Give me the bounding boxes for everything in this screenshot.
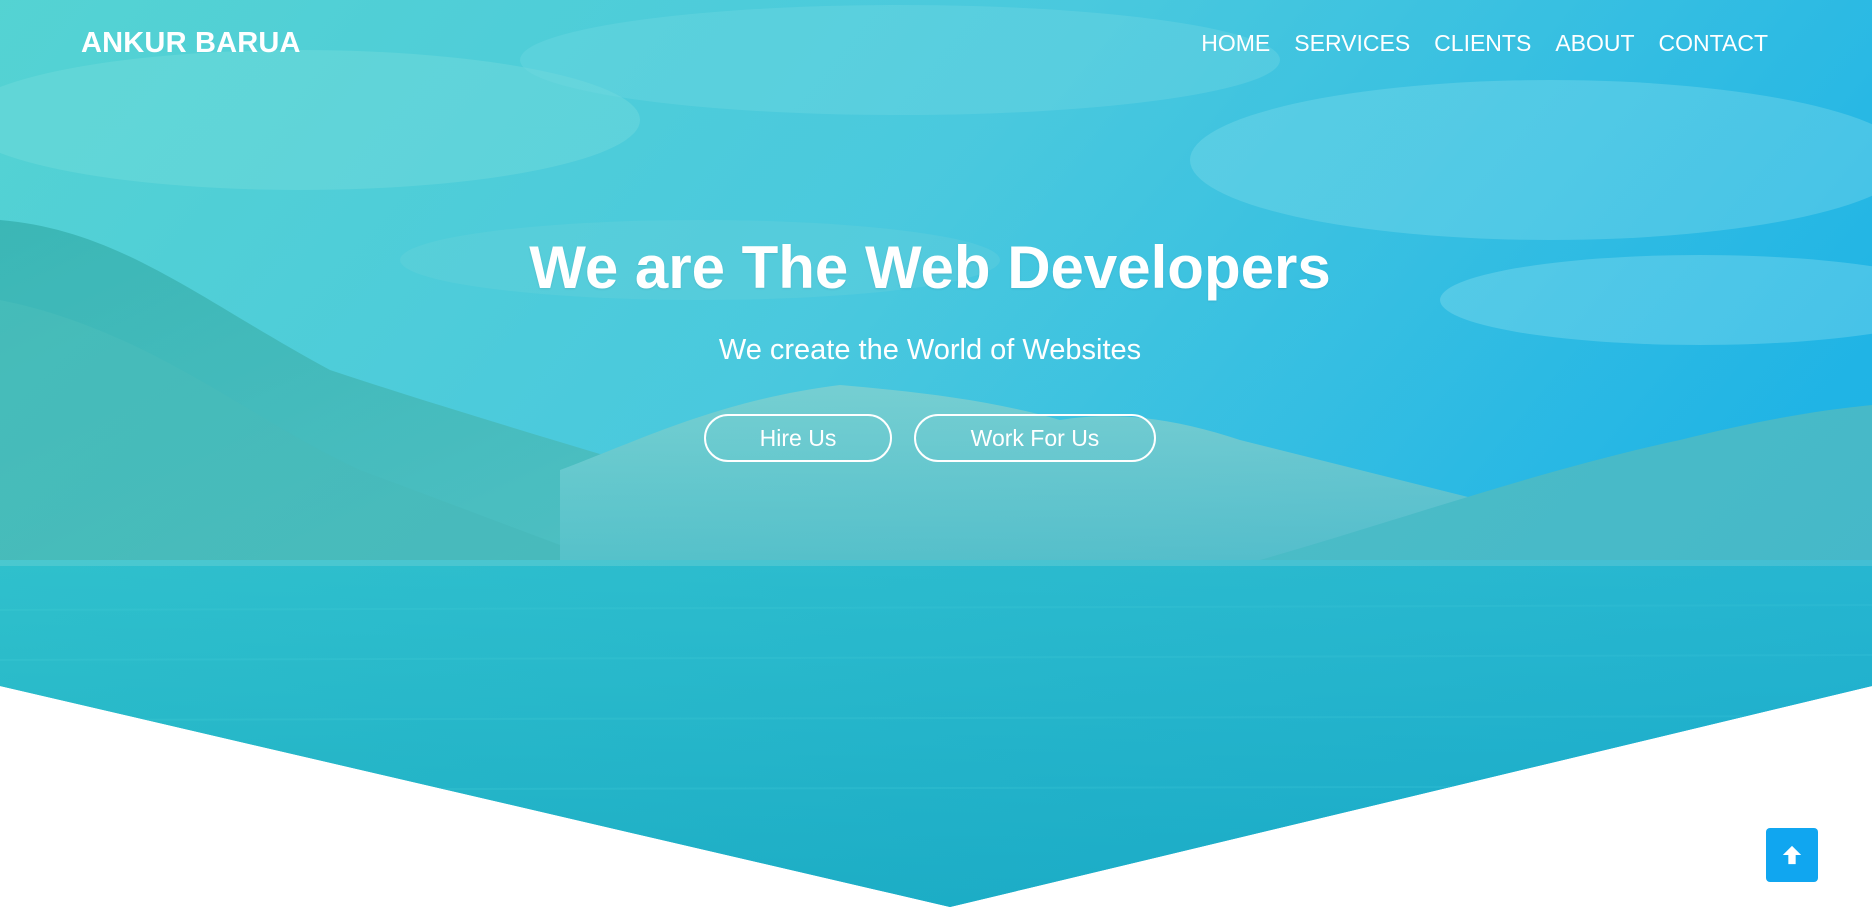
nav-link-clients[interactable]: CLIENTS [1434, 30, 1531, 56]
nav-item-about: ABOUT [1555, 30, 1634, 57]
hero-cta-group: Hire Us Work For Us [0, 414, 1860, 462]
arrow-up-icon [1782, 845, 1802, 865]
nav-link-home[interactable]: HOME [1201, 30, 1270, 56]
work-for-us-button[interactable]: Work For Us [914, 414, 1156, 462]
hire-us-button[interactable]: Hire Us [704, 414, 892, 462]
top-navbar: ANKUR BARUA HOME SERVICES CLIENTS ABOUT … [0, 0, 1872, 90]
hero-subheadline: We create the World of Websites [718, 334, 1142, 366]
hero-headline: We are The Web Developers [529, 234, 1331, 301]
nav-item-services: SERVICES [1294, 30, 1410, 57]
back-to-top-button[interactable] [1766, 828, 1818, 882]
page: ANKUR BARUA HOME SERVICES CLIENTS ABOUT … [0, 0, 1872, 907]
nav-item-contact: CONTACT [1659, 30, 1768, 57]
nav-link-about[interactable]: ABOUT [1555, 30, 1634, 56]
nav-item-home: HOME [1201, 30, 1270, 57]
nav-link-services[interactable]: SERVICES [1294, 30, 1410, 56]
hero-content: We are The Web Developers We create the … [0, 225, 1860, 462]
nav-link-contact[interactable]: CONTACT [1659, 30, 1768, 56]
brand-logo[interactable]: ANKUR BARUA [81, 27, 301, 60]
nav-menu: HOME SERVICES CLIENTS ABOUT CONTACT [1201, 30, 1768, 57]
nav-item-clients: CLIENTS [1434, 30, 1531, 57]
